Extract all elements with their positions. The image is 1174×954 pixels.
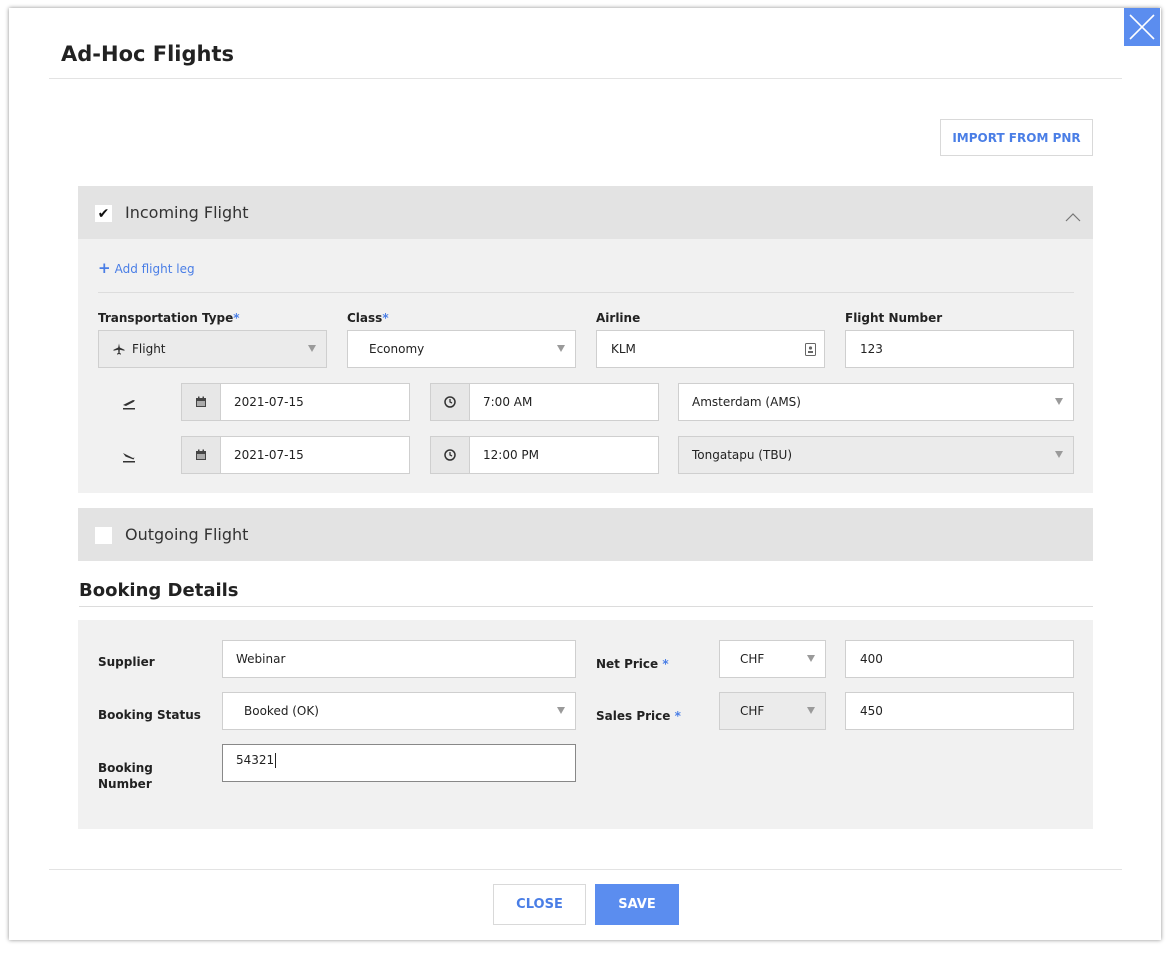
- supplier-input[interactable]: Webinar: [222, 640, 576, 678]
- landing-icon: [122, 448, 136, 467]
- departure-date-value: 2021-07-15: [234, 395, 304, 409]
- arrival-airport-value: Tongatapu (TBU): [692, 448, 793, 462]
- booking-status-label: Booking Status: [98, 708, 201, 722]
- incoming-divider: [98, 292, 1074, 293]
- incoming-flight-header[interactable]: ✔ Incoming Flight: [78, 186, 1093, 239]
- sales-price-label: Sales Price *: [596, 708, 681, 724]
- outgoing-flight-label: Outgoing Flight: [125, 525, 249, 544]
- airplane-icon: [113, 343, 125, 355]
- departure-airport-value: Amsterdam (AMS): [692, 395, 801, 409]
- save-button[interactable]: SAVE: [595, 884, 679, 925]
- chevron-down-icon: [1055, 451, 1063, 458]
- airline-input[interactable]: KLM: [596, 330, 825, 368]
- incoming-flight-label: Incoming Flight: [125, 203, 249, 222]
- chevron-down-icon: [807, 655, 815, 662]
- required-asterisk: *: [233, 311, 240, 325]
- add-flight-leg-label: Add flight leg: [114, 262, 195, 276]
- booking-number-label-line1: Booking: [98, 761, 153, 775]
- transport-type-label-text: Transportation Type: [98, 311, 234, 325]
- plus-icon: +: [98, 259, 111, 277]
- flight-number-value: 123: [860, 342, 883, 356]
- clock-icon[interactable]: [430, 436, 470, 474]
- supplier-value: Webinar: [236, 652, 286, 666]
- calendar-icon[interactable]: [181, 436, 221, 474]
- sales-currency-value: CHF: [740, 704, 765, 718]
- departure-time-input[interactable]: 7:00 AM: [469, 383, 659, 421]
- class-select[interactable]: Economy: [347, 330, 576, 368]
- sales-currency-select[interactable]: CHF: [719, 692, 826, 730]
- modal-title: Ad-Hoc Flights: [61, 42, 235, 66]
- class-value: Economy: [369, 342, 425, 356]
- net-price-label: Net Price *: [596, 656, 669, 672]
- booking-number-value: 54321: [236, 753, 275, 767]
- arrival-airport-select[interactable]: Tongatapu (TBU): [678, 436, 1074, 474]
- flight-number-label: Flight Number: [845, 311, 943, 325]
- title-divider: [49, 78, 1122, 79]
- sales-price-value: 450: [860, 704, 883, 718]
- booking-details-title: Booking Details: [79, 580, 239, 601]
- net-price-label-text: Net Price: [596, 657, 659, 671]
- departure-time-value: 7:00 AM: [483, 395, 533, 409]
- booking-number-input[interactable]: 54321: [222, 744, 576, 782]
- close-x-icon[interactable]: [1124, 8, 1160, 46]
- chevron-down-icon: [557, 707, 565, 714]
- chevron-down-icon: [1055, 398, 1063, 405]
- required-asterisk: *: [382, 311, 389, 325]
- sales-price-input[interactable]: 450: [845, 692, 1074, 730]
- airline-label: Airline: [596, 311, 641, 325]
- airline-value: KLM: [611, 342, 636, 356]
- incoming-flight-checkbox[interactable]: ✔: [95, 205, 112, 222]
- clock-icon[interactable]: [430, 383, 470, 421]
- chevron-down-icon: [557, 345, 565, 352]
- departure-date-input[interactable]: 2021-07-15: [220, 383, 410, 421]
- arrival-date-input[interactable]: 2021-07-15: [220, 436, 410, 474]
- net-price-value: 400: [860, 652, 883, 666]
- footer-divider: [49, 869, 1122, 870]
- transport-type-select[interactable]: Flight: [98, 330, 327, 368]
- required-asterisk: *: [674, 709, 681, 723]
- booking-status-select[interactable]: Booked (OK): [222, 692, 576, 730]
- transport-type-label: Transportation Type*: [98, 311, 240, 325]
- class-label: Class*: [347, 311, 389, 325]
- arrival-time-value: 12:00 PM: [483, 448, 539, 462]
- booking-number-label: Booking Number: [98, 760, 153, 792]
- supplier-label: Supplier: [98, 655, 155, 669]
- takeoff-icon: [122, 395, 136, 414]
- booking-number-label-line2: Number: [98, 777, 152, 791]
- class-label-text: Class: [347, 311, 383, 325]
- calendar-icon[interactable]: [181, 383, 221, 421]
- add-flight-leg-link[interactable]: + Add flight leg: [98, 259, 195, 277]
- flight-number-input[interactable]: 123: [845, 330, 1074, 368]
- transport-type-value: Flight: [132, 342, 166, 356]
- booking-divider: [79, 606, 1093, 607]
- sales-price-label-text: Sales Price: [596, 709, 671, 723]
- outgoing-flight-checkbox[interactable]: [95, 527, 112, 544]
- import-from-pnr-button[interactable]: IMPORT FROM PNR: [940, 119, 1093, 156]
- arrival-date-value: 2021-07-15: [234, 448, 304, 462]
- booking-status-value: Booked (OK): [244, 704, 319, 718]
- close-button[interactable]: CLOSE: [493, 884, 586, 925]
- arrival-time-input[interactable]: 12:00 PM: [469, 436, 659, 474]
- net-price-input[interactable]: 400: [845, 640, 1074, 678]
- net-currency-value: CHF: [740, 652, 765, 666]
- net-currency-select[interactable]: CHF: [719, 640, 826, 678]
- chevron-down-icon: [807, 707, 815, 714]
- chevron-up-icon[interactable]: [1065, 207, 1081, 226]
- chevron-down-icon: [308, 345, 316, 352]
- text-cursor: [275, 753, 277, 768]
- departure-airport-select[interactable]: Amsterdam (AMS): [678, 383, 1074, 421]
- outgoing-flight-header[interactable]: Outgoing Flight: [78, 508, 1093, 561]
- required-asterisk: *: [662, 657, 669, 671]
- contact-card-icon[interactable]: [805, 343, 816, 356]
